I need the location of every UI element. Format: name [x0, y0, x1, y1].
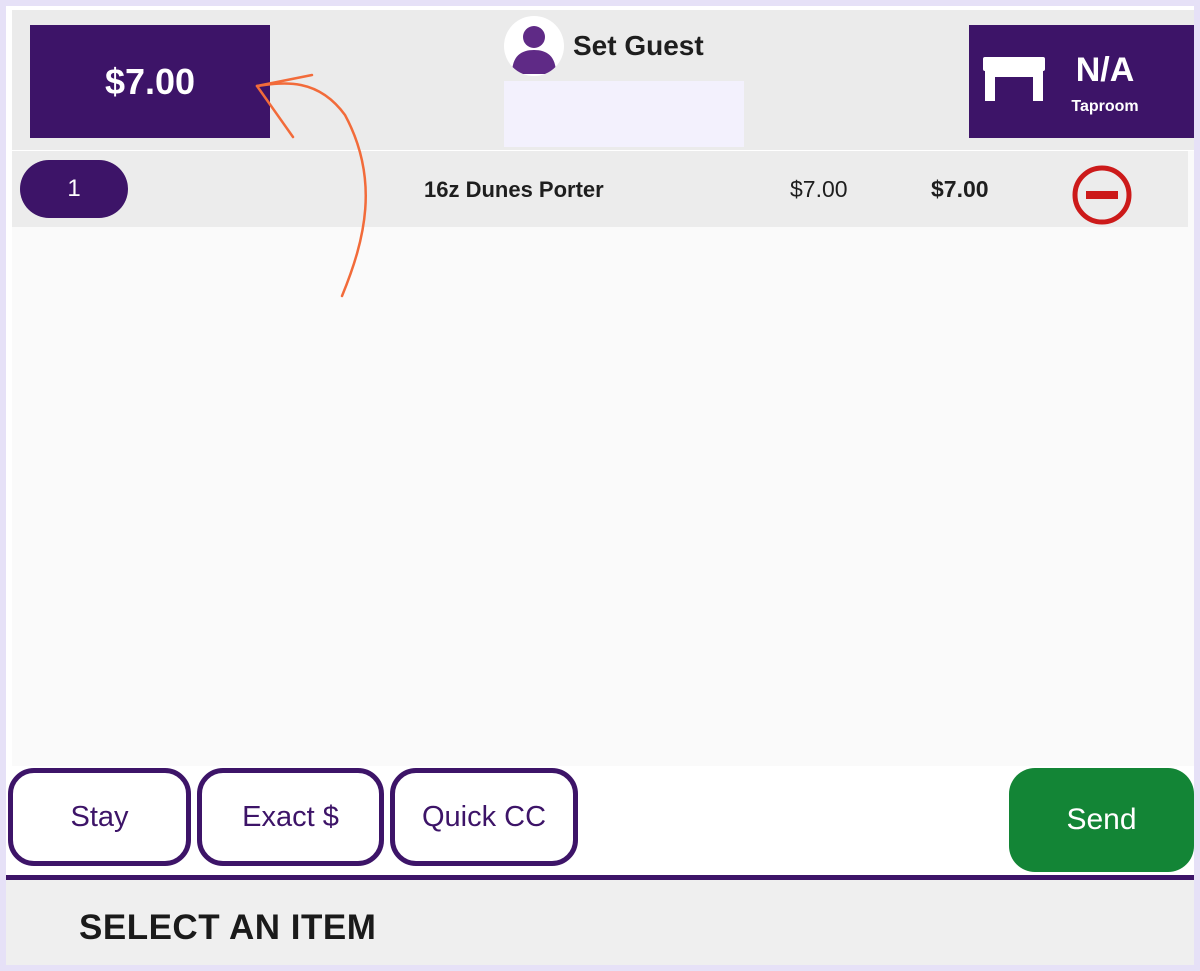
table-name: N/A — [1075, 51, 1135, 89]
quantity-button[interactable]: 1 — [20, 160, 128, 218]
item-line-total: $7.00 — [931, 176, 989, 202]
table-selector[interactable]: N/A Taproom — [969, 25, 1194, 138]
person-icon — [512, 26, 556, 74]
remove-item-button[interactable] — [1071, 164, 1133, 226]
item-quantity: 1 — [67, 175, 81, 202]
pos-screen: $7.00 Set Guest N/A Taproom 1 16z Dunes … — [6, 6, 1194, 965]
item-name: 16z Dunes Porter — [424, 177, 604, 202]
order-total: $7.00 — [104, 60, 196, 102]
guest-name-field[interactable] — [504, 81, 744, 147]
table-area: Taproom — [1071, 98, 1139, 115]
order-total-button[interactable]: $7.00 — [30, 25, 270, 138]
exact-cash-label: Exact $ — [242, 800, 339, 833]
action-bar: Stay Exact $ Quick CC Send — [6, 766, 1194, 875]
send-label: Send — [1066, 803, 1137, 836]
exact-cash-button[interactable]: Exact $ — [197, 768, 384, 866]
stay-label: Stay — [70, 800, 129, 833]
order-header: $7.00 Set Guest N/A Taproom — [12, 10, 1194, 150]
quick-cc-button[interactable]: Quick CC — [390, 768, 578, 866]
quick-cc-label: Quick CC — [421, 800, 547, 833]
guest-avatar[interactable] — [504, 16, 564, 76]
item-unit-price: $7.00 — [790, 176, 848, 202]
send-button[interactable]: Send — [1009, 768, 1194, 872]
status-message: SELECT AN ITEM — [79, 908, 377, 947]
stay-button[interactable]: Stay — [8, 768, 191, 866]
order-item-row[interactable]: 1 16z Dunes Porter $7.00 $7.00 — [12, 151, 1188, 227]
table-icon — [983, 57, 1045, 101]
order-item-list: 1 16z Dunes Porter $7.00 $7.00 — [12, 151, 1194, 766]
minus-circle-icon — [1072, 165, 1132, 225]
set-guest-label[interactable]: Set Guest — [573, 30, 704, 62]
status-bar: SELECT AN ITEM — [6, 880, 1194, 965]
